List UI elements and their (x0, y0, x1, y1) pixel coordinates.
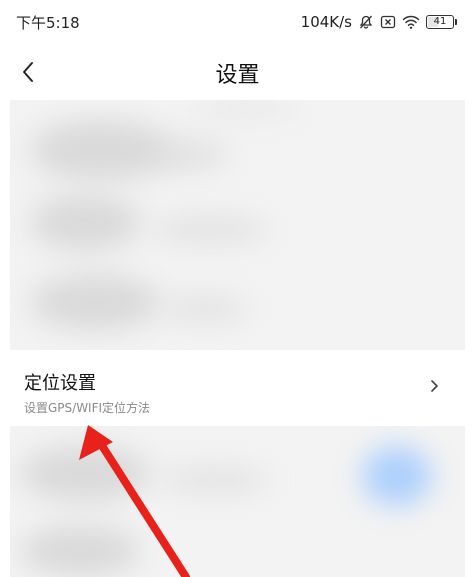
network-speed: 104K/s (300, 13, 352, 31)
bell-off-icon (358, 14, 374, 30)
wifi-icon (402, 14, 420, 30)
chevron-right-icon (431, 380, 438, 392)
location-settings-subtitle: 设置GPS/WIFI定位方法 (24, 401, 151, 415)
page-title: 设置 (215, 63, 260, 88)
status-time: 下午5:18 (16, 13, 80, 32)
location-settings-title: 定位设置 (24, 373, 96, 394)
blurred-settings-section-lower (10, 426, 465, 577)
status-icons: 104K/s 41 (301, 13, 457, 31)
status-bar: 下午5:18 104K/s 41 (0, 0, 475, 44)
blurred-settings-section (10, 100, 465, 350)
battery-indicator: 41 (426, 15, 457, 29)
title-bar: 设置 (0, 44, 475, 102)
location-settings-item[interactable]: 定位设置 设置GPS/WIFI定位方法 (0, 352, 475, 424)
battery-percent: 41 (433, 16, 447, 27)
close-box-icon (380, 14, 396, 30)
